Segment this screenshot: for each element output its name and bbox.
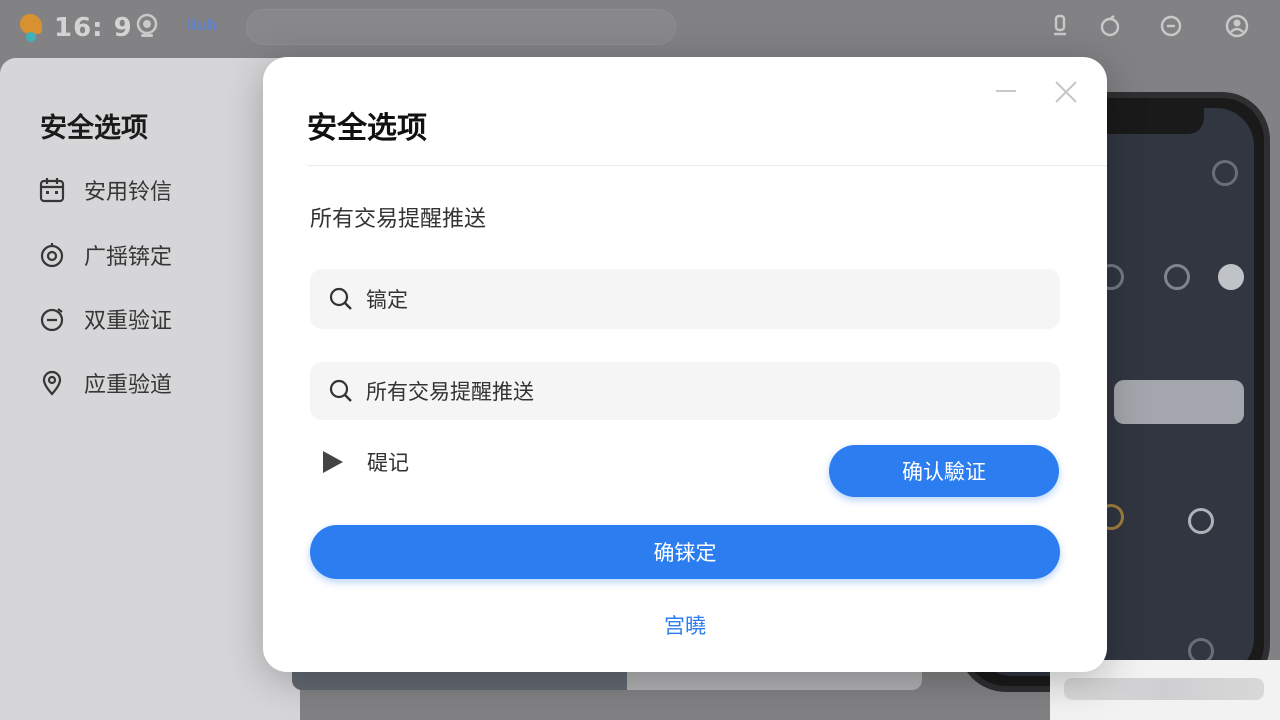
play-triangle-icon	[323, 451, 343, 473]
search-input-1[interactable]	[366, 287, 1026, 311]
confirm-button[interactable]: 确铼定	[310, 525, 1060, 579]
search-field-1[interactable]	[310, 269, 1060, 329]
search-icon	[329, 287, 352, 310]
verify-button[interactable]: 确认驗证	[829, 445, 1059, 497]
dialog-title: 安全选项	[307, 111, 427, 146]
cancel-link[interactable]: 宫曉	[263, 610, 1107, 640]
security-options-dialog: 安全选项 所有交易提醒推送 碮记 确认驗证 确铼定 宫曉	[263, 57, 1107, 672]
search-input-2[interactable]	[366, 379, 1026, 403]
dialog-subtitle: 所有交易提醒推送	[310, 207, 487, 232]
expand-toggle-label: 碮记	[367, 451, 409, 475]
close-icon[interactable]	[1053, 79, 1079, 105]
search-icon	[329, 379, 352, 402]
minimize-icon[interactable]	[993, 81, 1019, 101]
dialog-divider	[307, 165, 1107, 166]
search-field-2[interactable]	[310, 362, 1060, 420]
screen: 16: 9 liuh 安全选项 安用铃信 广揺锛定 双重验证 应重验道 安全选项…	[0, 0, 1280, 720]
expand-toggle[interactable]: 碮记	[323, 447, 409, 477]
